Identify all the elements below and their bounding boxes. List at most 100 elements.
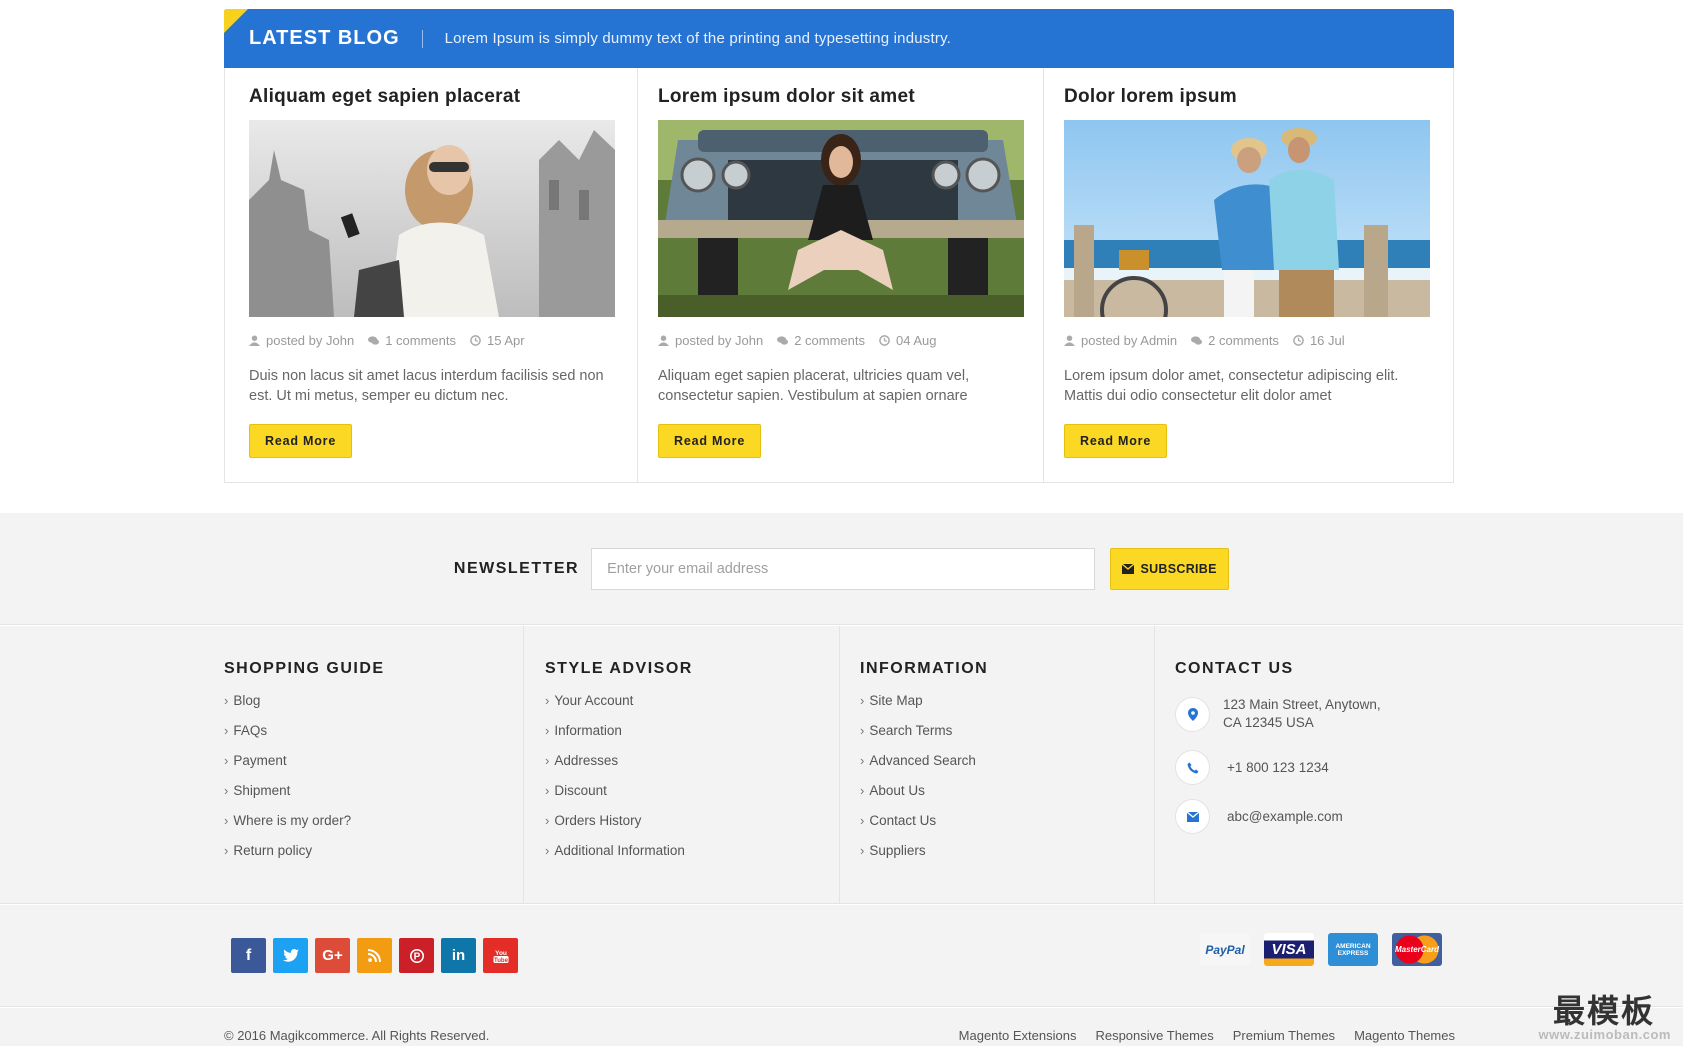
bottom-link-responsive-themes[interactable]: Responsive Themes (1095, 1028, 1213, 1043)
envelope-icon (1122, 563, 1135, 574)
subscribe-button[interactable]: SUBSCRIBE (1110, 547, 1230, 590)
post-author-text[interactable]: posted by John (675, 333, 763, 348)
contact-icon-circle (1175, 799, 1210, 834)
contact-address-line2: CA 12345 USA (1223, 715, 1314, 730)
clock-icon (1293, 335, 1304, 346)
newsletter-email-input[interactable] (591, 547, 1096, 590)
post-image[interactable] (1064, 120, 1430, 317)
post-comments-text[interactable]: 2 comments (794, 333, 865, 348)
social-payment-bar: f G+ P in You Tube PayPal VISA AMERICAN E… (0, 905, 1683, 1007)
post-image[interactable] (249, 120, 615, 317)
chevron-right-icon: › (545, 783, 550, 798)
column-title: CONTACT US (1175, 660, 1294, 677)
footer-link-contact-us[interactable]: › Contact Us (860, 813, 1154, 843)
post-comments-text[interactable]: 1 comments (385, 333, 456, 348)
footer-link-shipment[interactable]: › Shipment (224, 783, 523, 813)
footer-link-search-terms[interactable]: › Search Terms (860, 723, 1154, 753)
contact-icon-circle (1175, 696, 1210, 732)
post-title[interactable]: Aliquam eget sapien placerat (249, 86, 613, 108)
post-date-text: 16 Jul (1309, 333, 1345, 348)
bottom-link-magento-themes[interactable]: Magento Themes (1354, 1028, 1455, 1043)
comments-icon (777, 336, 789, 345)
pinterest-icon[interactable]: P (399, 938, 434, 973)
post-date: 04 Aug (879, 333, 937, 348)
facebook-icon[interactable]: f (231, 938, 266, 973)
post-title[interactable]: Dolor lorem ipsum (1064, 86, 1430, 108)
footer-link-blog[interactable]: › Blog (224, 693, 523, 723)
footer-link-additional-information[interactable]: › Additional Information (545, 843, 839, 873)
blog-post: Dolor lorem ipsum posted by Admin 2 comm… (1044, 68, 1454, 482)
post-comments: 1 comments (368, 333, 456, 348)
svg-text:P: P (413, 951, 420, 962)
chevron-right-icon: › (860, 723, 865, 738)
footer-link-about-us[interactable]: › About Us (860, 783, 1154, 813)
google-plus-icon[interactable]: G+ (315, 938, 350, 973)
column-title: INFORMATION (860, 660, 989, 677)
post-author-text[interactable]: posted by John (266, 333, 354, 348)
post-comments-text[interactable]: 2 comments (1208, 333, 1279, 348)
post-date: 16 Jul (1293, 333, 1345, 348)
read-more-button[interactable]: Read More (658, 424, 762, 458)
post-excerpt: Duis non lacus sit amet lacus interdum f… (249, 368, 604, 404)
blog-post: Aliquam eget sapien placerat posted by J… (225, 68, 638, 482)
contact-email: abc@example.com (1175, 799, 1455, 834)
twitter-icon[interactable] (273, 938, 308, 973)
bottom-links: Magento Extensions Responsive Themes Pre… (959, 1028, 1455, 1043)
contact-email-text[interactable]: abc@example.com (1227, 808, 1343, 826)
youtube-icon[interactable]: You Tube (483, 938, 518, 973)
read-more-button[interactable]: Read More (249, 424, 353, 458)
post-excerpt: Lorem ipsum dolor amet, consectetur adip… (1064, 368, 1399, 404)
chevron-right-icon: › (224, 723, 229, 738)
user-icon (1064, 335, 1075, 346)
footer-link-payment[interactable]: › Payment (224, 753, 523, 783)
post-date: 15 Apr (470, 333, 525, 348)
chevron-right-icon: › (545, 813, 550, 828)
clock-icon (470, 335, 481, 346)
post-author-text[interactable]: posted by Admin (1081, 333, 1177, 348)
post-author: posted by John (249, 333, 354, 348)
contact-phone-text[interactable]: +1 800 123 1234 (1227, 759, 1329, 777)
latest-blog-section: LATEST BLOG Lorem Ipsum is simply dummy … (224, 9, 1454, 483)
subscribe-label: SUBSCRIBE (1140, 561, 1217, 576)
footer-link-suppliers[interactable]: › Suppliers (860, 843, 1154, 873)
bottom-link-premium-themes[interactable]: Premium Themes (1233, 1028, 1335, 1043)
footer-link-addresses[interactable]: › Addresses (545, 753, 839, 783)
post-image[interactable] (658, 120, 1024, 317)
chevron-right-icon: › (860, 693, 865, 708)
chevron-right-icon: › (860, 753, 865, 768)
read-more-button[interactable]: Read More (1064, 424, 1168, 458)
comments-icon (368, 336, 380, 345)
blog-subtitle: Lorem Ipsum is simply dummy text of the … (444, 30, 952, 47)
post-meta: posted by John 1 comments 15 Apr (249, 333, 613, 348)
footer-link-return-policy[interactable]: › Return policy (224, 843, 523, 873)
post-excerpt: Aliquam eget sapien placerat, ultricies … (658, 368, 970, 404)
map-marker-icon (1187, 707, 1198, 721)
contact-address: 123 Main Street, Anytown, CA 12345 USA (1175, 696, 1455, 732)
chevron-right-icon: › (860, 783, 865, 798)
footer-link-information[interactable]: › Information (545, 723, 839, 753)
footer-link-faqs[interactable]: › FAQs (224, 723, 523, 753)
footer-link-discount[interactable]: › Discount (545, 783, 839, 813)
copyright-text: © 2016 Magikcommerce. All Rights Reserve… (224, 1028, 490, 1043)
footer-link-where-is-my-order[interactable]: › Where is my order? (224, 813, 523, 843)
information-column: INFORMATION › Site Map › Search Terms › Adv… (860, 626, 1155, 904)
clock-icon (879, 335, 890, 346)
bottom-link-magento-extensions[interactable]: Magento Extensions (959, 1028, 1077, 1043)
post-title[interactable]: Lorem ipsum dolor sit amet (658, 86, 1019, 108)
mastercard-logo: MasterCard (1392, 933, 1442, 966)
footer-link-your-account[interactable]: › Your Account (545, 693, 839, 723)
newsletter-label: NEWSLETTER (453, 559, 580, 577)
rss-icon[interactable] (357, 938, 392, 973)
contact-icon-circle (1175, 750, 1210, 785)
bottom-bar: © 2016 Magikcommerce. All Rights Reserve… (0, 992, 1683, 1046)
comments-icon (1191, 336, 1203, 345)
footer-link-orders-history[interactable]: › Orders History (545, 813, 839, 843)
blog-post: Lorem ipsum dolor sit amet posted by Joh… (638, 68, 1044, 482)
linkedin-icon[interactable]: in (441, 938, 476, 973)
header-corner-decoration (224, 9, 248, 33)
footer-link-advanced-search[interactable]: › Advanced Search (860, 753, 1154, 783)
newsletter-section: NEWSLETTER SUBSCRIBE (0, 513, 1683, 625)
user-icon (658, 335, 669, 346)
shopping-guide-column: SHOPPING GUIDE › Blog › FAQs › Payment › Shi… (224, 626, 524, 904)
footer-link-site-map[interactable]: › Site Map (860, 693, 1154, 723)
